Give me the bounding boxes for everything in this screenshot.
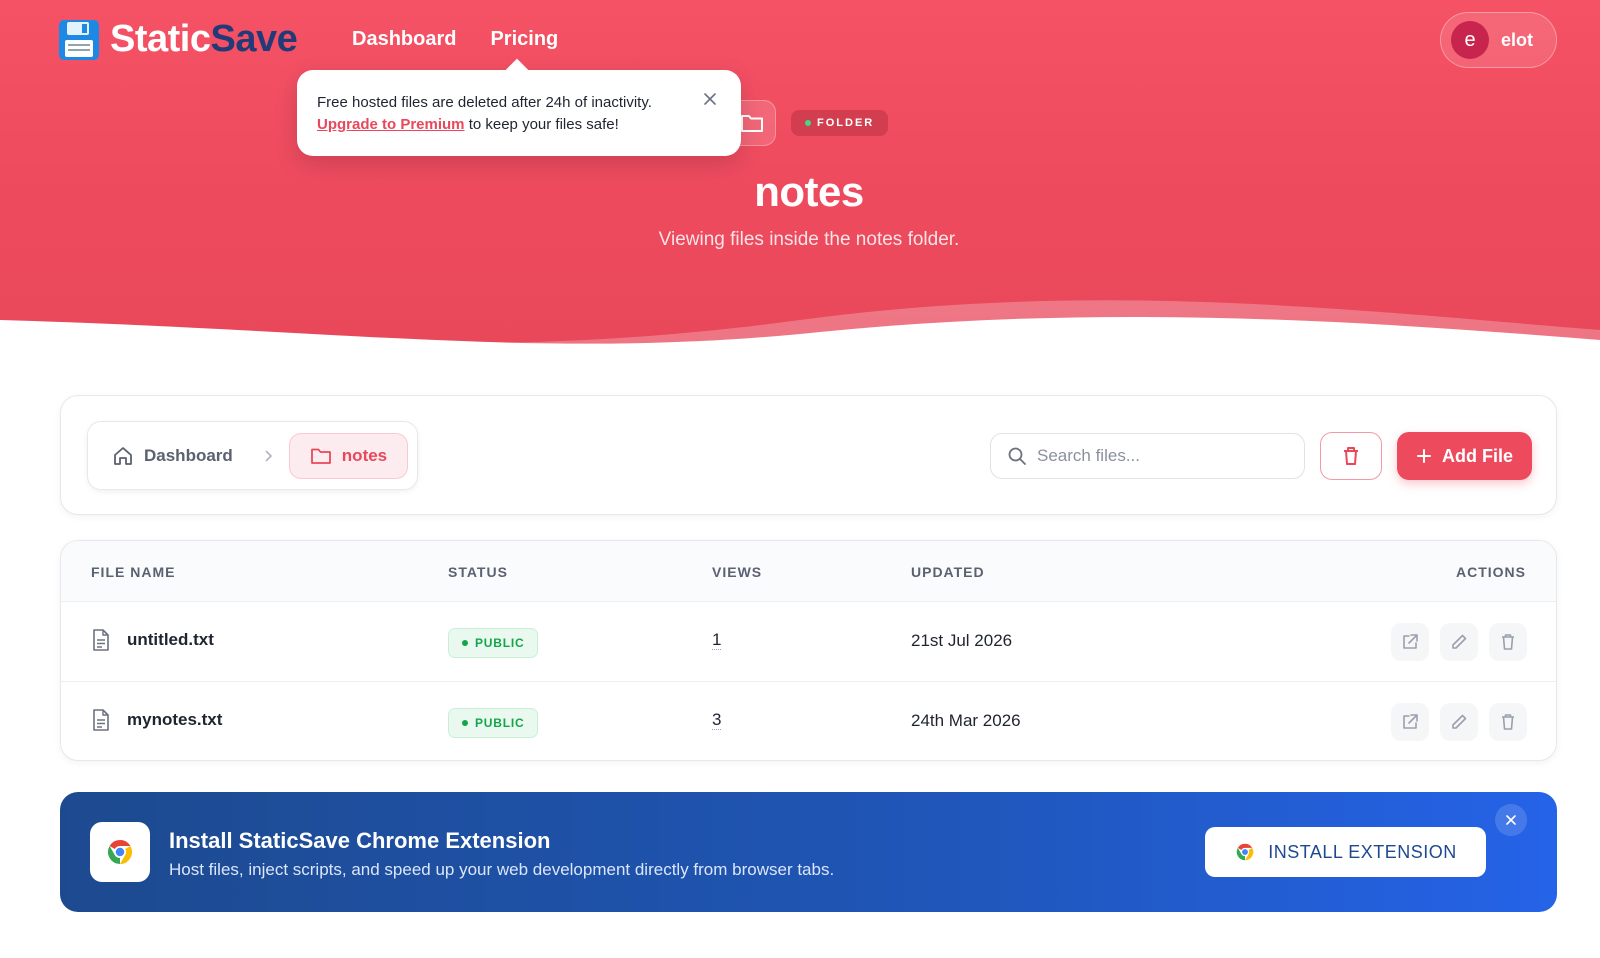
- brand-name: StaticSave: [110, 18, 298, 60]
- avatar: e: [1451, 21, 1489, 59]
- breadcrumb-home-label: Dashboard: [144, 445, 233, 465]
- plus-icon: [1417, 449, 1431, 463]
- views-count: 1: [712, 630, 722, 650]
- chrome-extension-banner: Install StaticSave Chrome Extension Host…: [60, 792, 1557, 912]
- trash-icon: [1344, 447, 1358, 465]
- status-badge: PUBLIC: [448, 628, 539, 658]
- column-header-actions: ACTIONS: [1456, 564, 1526, 580]
- file-name-link[interactable]: mynotes.txt: [127, 710, 222, 730]
- notice-text: Free hosted files are deleted after 24h …: [317, 94, 652, 111]
- edit-file-button[interactable]: [1440, 703, 1478, 741]
- updated-date: 24th Mar 2026: [911, 711, 1021, 730]
- column-header-filename[interactable]: FILE NAME: [91, 564, 175, 580]
- close-icon[interactable]: [701, 90, 719, 108]
- breadcrumb-dashboard[interactable]: Dashboard: [112, 445, 233, 467]
- install-extension-label: INSTALL EXTENSION: [1268, 841, 1457, 862]
- folder-badge-label: FOLDER: [817, 117, 875, 129]
- install-extension-button[interactable]: INSTALL EXTENSION: [1205, 827, 1486, 877]
- file-cell: mynotes.txt: [91, 708, 222, 732]
- search-input[interactable]: [1037, 446, 1297, 466]
- trash-icon: [1502, 634, 1514, 650]
- file-text-icon: [93, 629, 109, 651]
- extension-icon-box: [90, 822, 150, 882]
- file-text-icon: [93, 709, 109, 731]
- status-badge: PUBLIC: [448, 708, 539, 738]
- breadcrumb: Dashboard notes: [87, 421, 418, 490]
- column-header-status[interactable]: STATUS: [448, 564, 508, 580]
- nav-pricing-link[interactable]: Pricing: [490, 28, 558, 51]
- floppy-disk-icon: [59, 19, 99, 60]
- user-menu-button[interactable]: e elot: [1440, 12, 1557, 68]
- close-banner-button[interactable]: [1495, 804, 1527, 836]
- brand-logo[interactable]: StaticSave: [58, 18, 298, 61]
- add-file-label: Add File: [1442, 445, 1513, 466]
- delete-file-button[interactable]: [1489, 703, 1527, 741]
- status-dot-icon: [462, 720, 468, 726]
- external-link-icon: [1403, 634, 1418, 649]
- status-dot-icon: [462, 640, 468, 646]
- search-icon: [1008, 447, 1026, 465]
- page-title: notes: [754, 168, 864, 215]
- folder-type-badge: FOLDER: [791, 110, 889, 136]
- search-box: [990, 433, 1305, 479]
- extension-subtitle: Host files, inject scripts, and speed up…: [169, 860, 835, 879]
- folder-toolbar: Dashboard notes Add File: [60, 395, 1557, 515]
- extension-title: Install StaticSave Chrome Extension: [169, 828, 551, 853]
- home-icon: [114, 446, 132, 465]
- open-file-button[interactable]: [1391, 703, 1429, 741]
- folder-icon: [740, 115, 763, 132]
- add-file-button[interactable]: Add File: [1397, 432, 1532, 480]
- external-link-icon: [1403, 714, 1418, 729]
- close-icon: [1506, 815, 1516, 825]
- notice-text-rest: to keep your files safe!: [464, 116, 619, 133]
- table-row[interactable]: untitled.txt PUBLIC 1 21st Jul 2026: [61, 602, 1556, 682]
- delete-file-button[interactable]: [1489, 623, 1527, 661]
- breadcrumb-current-label: notes: [341, 445, 388, 465]
- delete-folder-button[interactable]: [1320, 432, 1382, 480]
- page-subtitle: Viewing files inside the notes folder.: [658, 229, 960, 250]
- edit-file-button[interactable]: [1440, 623, 1478, 661]
- pencil-icon: [1452, 714, 1467, 729]
- chrome-icon: [1236, 843, 1254, 861]
- table-header: FILE NAME STATUS VIEWS UPDATED ACTIONS: [61, 541, 1556, 602]
- chevron-right-icon: [265, 449, 272, 462]
- updated-date: 21st Jul 2026: [911, 631, 1013, 650]
- open-file-button[interactable]: [1391, 623, 1429, 661]
- chrome-icon: [107, 840, 133, 864]
- notice-text-line2: Upgrade to Premium to keep your files sa…: [317, 114, 721, 136]
- file-cell: untitled.txt: [91, 628, 214, 652]
- user-name: elot: [1501, 29, 1534, 50]
- folder-icon: [310, 448, 331, 464]
- file-name-link[interactable]: untitled.txt: [127, 630, 214, 650]
- trash-icon: [1502, 714, 1514, 730]
- status-label: PUBLIC: [475, 636, 525, 650]
- hero-wave: [0, 300, 1600, 370]
- column-header-views[interactable]: VIEWS: [712, 564, 762, 580]
- breadcrumb-current-folder[interactable]: notes: [288, 432, 409, 479]
- status-label: PUBLIC: [475, 716, 525, 730]
- main-nav: Dashboard Pricing: [352, 28, 558, 51]
- nav-dashboard-link[interactable]: Dashboard: [352, 28, 456, 51]
- hero-banner: StaticSave Dashboard Pricing e elot FOLD…: [0, 0, 1600, 370]
- table-row[interactable]: mynotes.txt PUBLIC 3 24th Mar 2026: [61, 682, 1556, 760]
- pencil-icon: [1452, 634, 1467, 649]
- upgrade-premium-link[interactable]: Upgrade to Premium: [317, 116, 465, 133]
- column-header-updated[interactable]: UPDATED: [911, 564, 985, 580]
- views-count: 3: [712, 710, 722, 730]
- inactivity-notice-tooltip: Free hosted files are deleted after 24h …: [297, 70, 741, 156]
- status-dot-icon: [805, 120, 811, 126]
- files-table: FILE NAME STATUS VIEWS UPDATED ACTIONS u…: [60, 540, 1557, 761]
